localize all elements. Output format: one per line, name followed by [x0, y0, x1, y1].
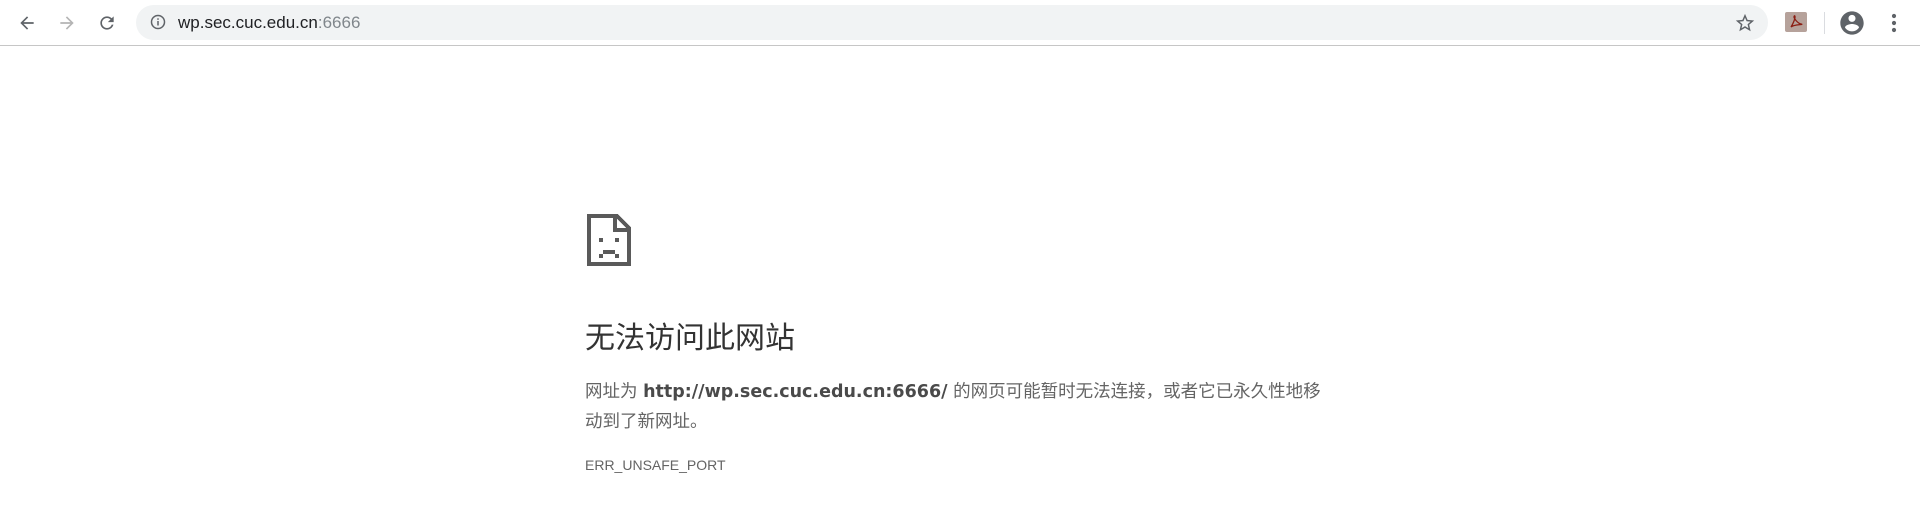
error-desc-prefix: 网址为	[585, 382, 644, 402]
arrow-left-icon	[20, 16, 34, 30]
error-page: 无法访问此网站 网址为 http://wp.sec.cuc.edu.cn:666…	[585, 212, 1345, 473]
url-port: :6666	[317, 13, 361, 32]
address-bar[interactable]: wp.sec.cuc.edu.cn:6666	[136, 5, 1768, 40]
url-text[interactable]: wp.sec.cuc.edu.cn:6666	[178, 13, 360, 32]
url-host: wp.sec.cuc.edu.cn	[178, 13, 318, 32]
reload-button[interactable]	[91, 7, 123, 39]
star-icon[interactable]	[1734, 12, 1756, 34]
arrow-right-icon	[60, 16, 74, 30]
info-icon[interactable]	[150, 14, 166, 30]
account-circle-icon[interactable]	[1838, 9, 1866, 37]
sad-page-icon	[587, 214, 631, 266]
toolbar-divider	[1824, 12, 1825, 34]
acrobat-glyph-icon	[1790, 15, 1803, 28]
error-desc-url: http://wp.sec.cuc.edu.cn:6666/	[643, 382, 948, 402]
reload-icon	[100, 16, 114, 30]
error-code: ERR_UNSAFE_PORT	[585, 457, 726, 473]
three-dots-vertical-icon[interactable]	[1880, 9, 1908, 37]
forward-button[interactable]	[51, 7, 83, 39]
error-description: 网址为 http://wp.sec.cuc.edu.cn:6666/ 的网页可能…	[585, 377, 1325, 437]
error-title: 无法访问此网站	[585, 321, 795, 356]
back-button[interactable]	[11, 7, 43, 39]
pdf-extension-icon[interactable]	[1785, 12, 1807, 32]
browser-toolbar: wp.sec.cuc.edu.cn:6666	[0, 0, 1920, 46]
